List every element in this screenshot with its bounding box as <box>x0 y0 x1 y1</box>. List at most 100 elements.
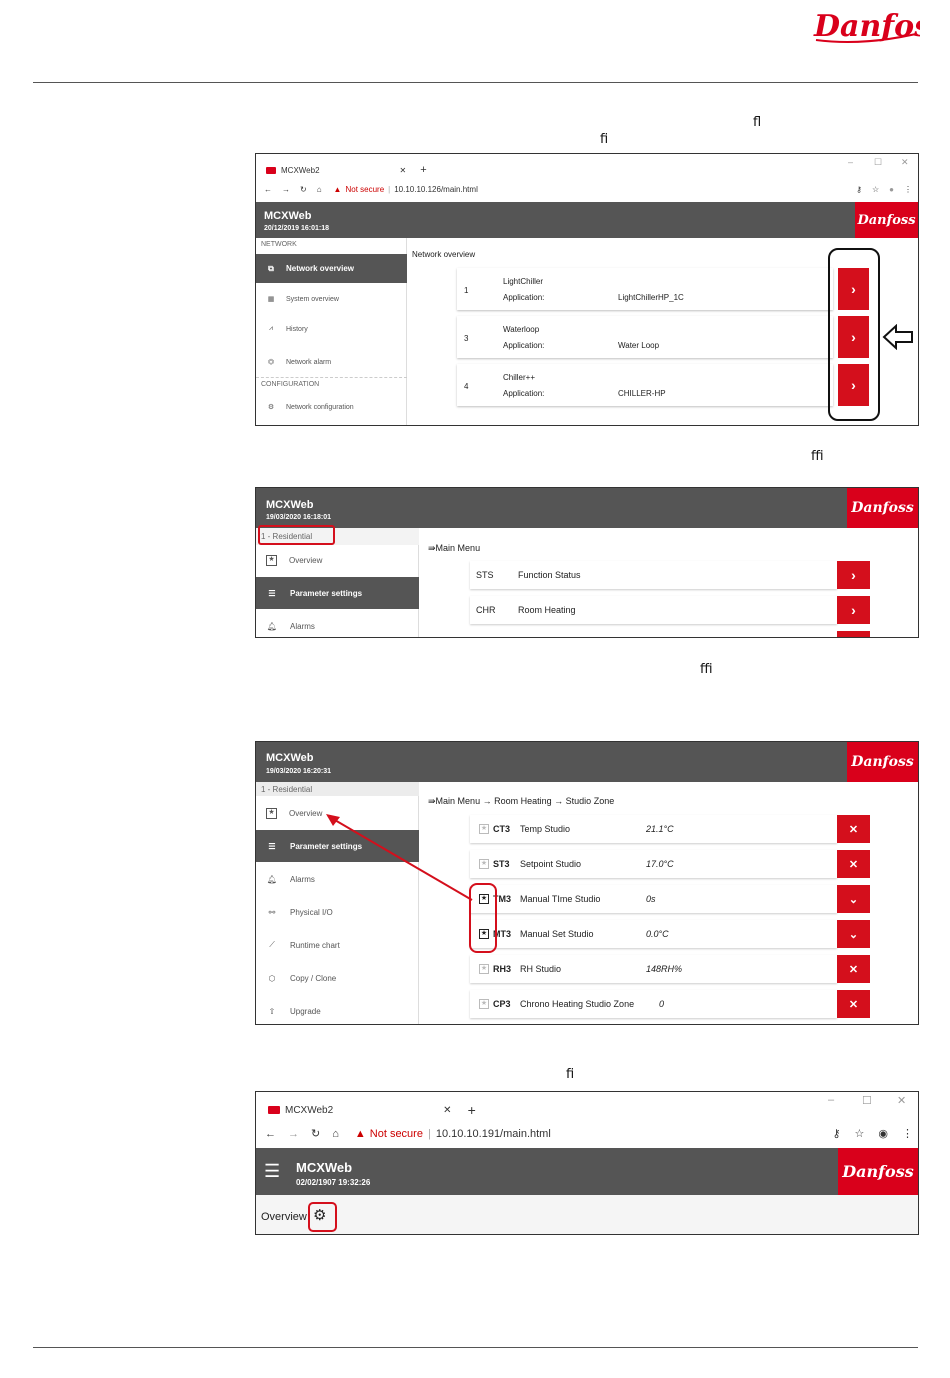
danfoss-logo-header: Danfoss <box>847 742 918 782</box>
nav-network-alarm[interactable]: ⏣ Network alarm <box>256 351 407 373</box>
expand-button[interactable]: ⌄ <box>837 920 870 948</box>
application-label: Application: <box>503 389 545 398</box>
edit-button[interactable]: ✕ <box>837 955 870 983</box>
url-text[interactable]: 10.10.10.126/main.html <box>394 185 478 194</box>
menu-row[interactable]: CHR Room Heating <box>470 596 837 624</box>
close-window-icon[interactable]: ✕ <box>901 157 909 168</box>
close-tab-icon[interactable]: ✕ <box>443 1105 451 1116</box>
menu-row[interactable]: STS Function Status <box>470 561 837 589</box>
chevron-down-icon: ⌄ <box>848 928 859 941</box>
parameter-row[interactable]: ★ MT3 Manual Set Studio 0.0°C <box>470 920 837 948</box>
browser-tab[interactable]: MCXWeb2 ✕ + <box>266 164 427 176</box>
app-header: MCXWeb 19/03/2020 16:20:31 Danfoss <box>256 742 918 782</box>
edit-button[interactable]: ✕ <box>837 990 870 1018</box>
edit-button[interactable]: ✕ <box>837 850 870 878</box>
nav-system-overview[interactable]: ▦ System overview <box>256 288 407 310</box>
back-icon[interactable]: ← <box>265 1128 276 1140</box>
parameter-row[interactable]: ★ RH3 RH Studio 148RH% <box>470 955 837 983</box>
row-label: Room Heating <box>518 605 576 615</box>
app-datetime: 19/03/2020 16:18:01 <box>266 514 331 521</box>
screenshot-network-overview: MCXWeb2 ✕ + – ☐ ✕ ← → ↻ ⌂ ▲ Not secure |… <box>255 153 919 426</box>
reload-icon[interactable]: ↻ <box>300 185 307 194</box>
nav-history[interactable]: ⩘ History <box>256 318 407 340</box>
home-icon[interactable]: ⌂ <box>332 1128 339 1140</box>
ligature-ffi-2: ﬃ <box>700 662 713 677</box>
favorite-star-icon[interactable]: ★ <box>479 999 489 1009</box>
row-label: Setpoint Studio <box>520 859 582 869</box>
favicon-icon <box>266 166 276 174</box>
address-bar[interactable]: ← → ↻ ⌂ ▲ Not secure | 10.10.10.126/main… <box>264 185 912 194</box>
new-tab-icon[interactable]: + <box>468 1102 476 1118</box>
nav-alarms[interactable]: 🔔︎ Alarms <box>256 614 419 637</box>
hamburger-menu-icon[interactable]: ☰ <box>264 1162 280 1180</box>
maximize-icon[interactable]: ☐ <box>874 157 882 168</box>
warning-icon: ▲ <box>333 185 342 194</box>
open-menu-button[interactable]: › <box>837 561 870 589</box>
header-rule <box>33 82 918 83</box>
device-application: CHILLER-HP <box>618 389 666 398</box>
nav-upgrade[interactable]: ⇧ Upgrade <box>256 999 419 1023</box>
menu-dots-icon[interactable]: ⋮ <box>902 1127 913 1140</box>
open-menu-button[interactable]: › <box>837 596 870 624</box>
url-text[interactable]: 10.10.10.191/main.html <box>436 1128 551 1140</box>
tab-title: MCXWeb2 <box>281 165 320 175</box>
danfoss-logo-header: Danfoss <box>847 488 918 528</box>
grid-icon: ▦ <box>267 296 275 303</box>
forward-icon[interactable]: → <box>282 185 290 194</box>
app-title: MCXWeb <box>264 210 312 222</box>
parameter-row[interactable]: ★ CP3 Chrono Heating Studio Zone 0 <box>470 990 837 1018</box>
nav-copy-clone[interactable]: ⬡ Copy / Clone <box>256 966 419 990</box>
menu-dots-icon[interactable]: ⋮ <box>904 185 912 194</box>
key-icon[interactable]: ⚷ <box>856 185 862 194</box>
browser-tab[interactable]: MCXWeb2 ✕ + <box>268 1102 476 1118</box>
open-menu-button[interactable] <box>837 631 870 637</box>
wrench-icon: ✕ <box>848 998 859 1011</box>
key-icon[interactable]: ⚷ <box>832 1127 840 1140</box>
nav-network-configuration[interactable]: ⚙ Network configuration <box>256 396 407 418</box>
device-highlight <box>258 525 335 545</box>
nav-runtime-chart[interactable]: ⟋ Runtime chart <box>256 933 419 957</box>
menu-arrow-icon: ⇛ <box>428 796 436 806</box>
expand-button[interactable]: ⌄ <box>837 885 870 913</box>
star-icon: ★ <box>266 554 277 566</box>
back-icon[interactable]: ← <box>264 185 272 194</box>
profile-icon[interactable]: ● <box>889 185 894 194</box>
app-header: MCXWeb 20/12/2019 16:01:18 Danfoss <box>256 202 918 238</box>
address-bar[interactable]: ← → ↻ ⌂ ▲ Not secure | 10.10.10.191/main… <box>265 1127 913 1141</box>
favorite-star-icon[interactable]: ★ <box>479 964 489 974</box>
minimize-icon[interactable]: – <box>828 1094 834 1106</box>
nav-network-overview[interactable]: ⧉ Network overview <box>256 254 407 283</box>
reload-icon[interactable]: ↻ <box>311 1127 320 1140</box>
ligature-fi-2: ﬁ <box>566 1067 575 1082</box>
edit-button[interactable]: ✕ <box>837 815 870 843</box>
bookmark-star-icon[interactable]: ☆ <box>872 185 879 194</box>
new-tab-icon[interactable]: + <box>420 164 426 176</box>
forward-icon[interactable]: → <box>288 1128 299 1140</box>
device-name: LightChiller <box>503 277 544 286</box>
close-tab-icon[interactable]: ✕ <box>400 166 407 175</box>
wrench-icon: ✕ <box>848 823 859 836</box>
app-datetime: 19/03/2020 16:20:31 <box>266 768 331 775</box>
device-address: 1 <box>464 286 469 295</box>
parameter-row[interactable]: ★ CT3 Temp Studio 21.1°C <box>470 815 837 843</box>
nav-overview[interactable]: ★ Overview <box>256 548 419 572</box>
row-label: Manual TIme Studio <box>520 894 601 904</box>
home-icon[interactable]: ⌂ <box>317 185 322 194</box>
network-icon: ⧉ <box>268 263 274 273</box>
row-label: Manual Set Studio <box>520 929 594 939</box>
not-secure-label: Not secure <box>369 1127 423 1140</box>
parameter-row[interactable]: ★ TM3 Manual TIme Studio 0s <box>470 885 837 913</box>
row-label: Function Status <box>518 570 581 580</box>
sidebar: NETWORK ⧉ Network overview ▦ System over… <box>256 238 407 425</box>
maximize-icon[interactable]: ☐ <box>862 1094 872 1107</box>
nav-parameter-settings[interactable]: ☰ Parameter settings <box>256 577 419 609</box>
minimize-icon[interactable]: – <box>848 157 853 167</box>
profile-icon[interactable]: ◉ <box>878 1127 888 1140</box>
close-window-icon[interactable]: ✕ <box>897 1094 906 1107</box>
arrow-left-icon <box>882 324 913 350</box>
bookmark-star-icon[interactable]: ☆ <box>855 1127 865 1140</box>
application-label: Application: <box>503 341 545 350</box>
list-icon: ☰ <box>268 841 276 851</box>
danfoss-logo-header: Danfoss <box>838 1148 918 1195</box>
parameter-row[interactable]: ★ ST3 Setpoint Studio 17.0°C <box>470 850 837 878</box>
